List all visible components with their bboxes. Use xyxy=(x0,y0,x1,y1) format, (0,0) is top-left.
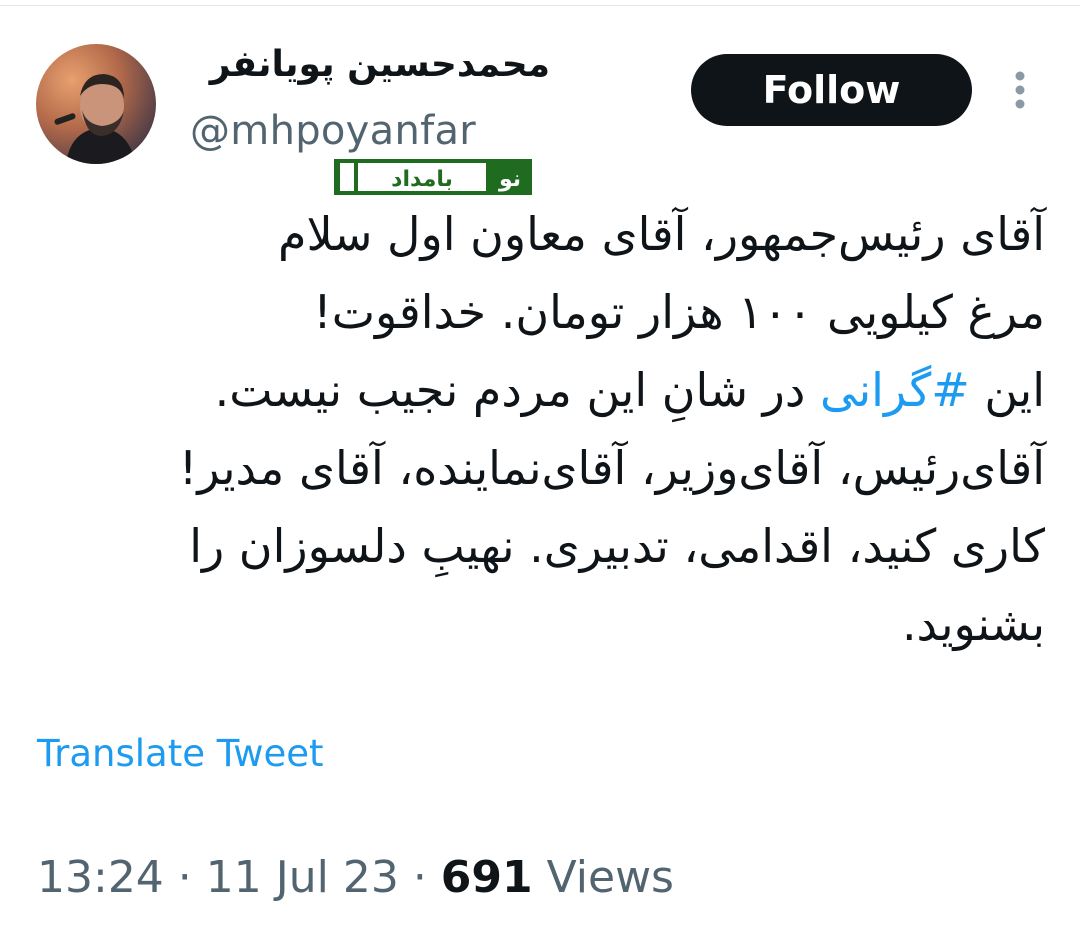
tweet-text-fragment: این xyxy=(969,363,1045,417)
views-label[interactable]: Views xyxy=(533,852,674,903)
tweet-time[interactable]: 13:24 xyxy=(37,852,164,903)
tweet-line: آقای‌رئیس، آقای‌وزیر، آقای‌نماینده، آقای… xyxy=(178,441,1045,495)
follow-button[interactable]: Follow xyxy=(691,54,972,126)
top-divider xyxy=(0,0,1080,6)
svg-text:بامداد: بامداد xyxy=(391,167,453,192)
handle[interactable]: @mhpoyanfar xyxy=(190,108,476,154)
tweet-line: کاری کنید، اقدامی، تدبیری. نهیبِ دلسوزان… xyxy=(189,519,1045,573)
tweet-line: بشنوید. xyxy=(901,597,1045,651)
tweet-date[interactable]: 11 Jul 23 xyxy=(206,852,399,903)
more-vertical-icon[interactable] xyxy=(1004,68,1036,112)
separator: · xyxy=(398,852,441,903)
avatar-image xyxy=(36,44,156,164)
views-count[interactable]: 691 xyxy=(441,852,533,903)
tweet-line: این #گرانی در شانِ این مردم نجیب نیست. xyxy=(60,351,1045,429)
tweet-line: آقای رئیس‌جمهور، آقای معاون اول سلام xyxy=(277,207,1045,261)
hashtag-link[interactable]: #گرانی xyxy=(820,363,970,417)
tweet-text-fragment: در شانِ این مردم نجیب نیست. xyxy=(214,363,821,417)
watermark-logo: بامداد نو xyxy=(334,159,532,195)
display-name[interactable]: محمدحسین پویانفر xyxy=(180,44,550,85)
separator: · xyxy=(163,852,206,903)
tweet-meta: 13:24 · 11 Jul 23 · 691 Views xyxy=(37,852,674,903)
svg-text:نو: نو xyxy=(498,167,521,192)
avatar[interactable] xyxy=(36,44,156,164)
tweet-text: آقای رئیس‌جمهور، آقای معاون اول سلام مرغ… xyxy=(60,195,1045,663)
tweet-line: مرغ کیلویی ۱۰۰ هزار تومان. خداقوت! xyxy=(313,285,1045,339)
translate-tweet-link[interactable]: Translate Tweet xyxy=(37,732,324,775)
